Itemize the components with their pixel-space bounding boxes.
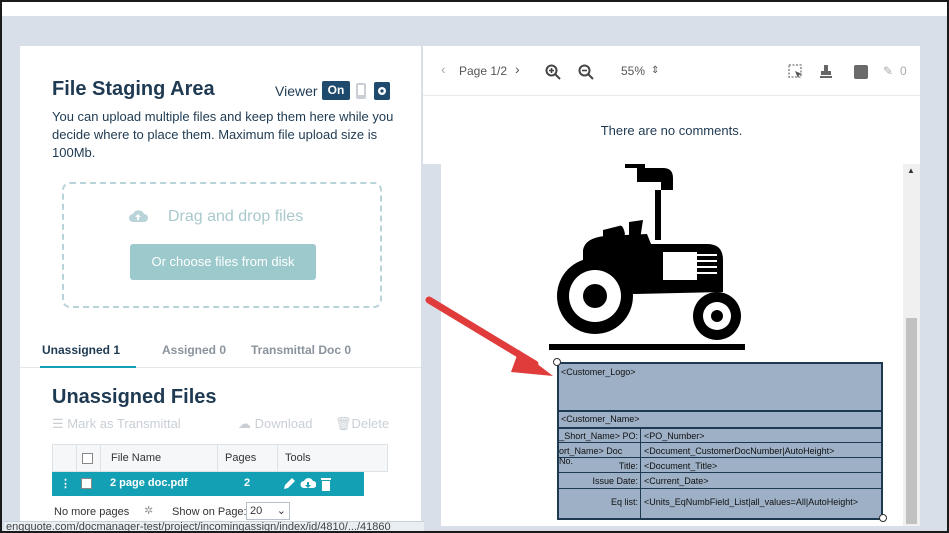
column-divider: [217, 445, 218, 471]
form-row-value: <Document_Title>: [644, 461, 718, 471]
drag-handle-icon[interactable]: ⋮: [60, 477, 71, 490]
scrollbar-thumb[interactable]: [906, 318, 917, 524]
active-tab-indicator: [40, 366, 136, 368]
file-staging-panel: File Staging Area Viewer On You can uplo…: [20, 46, 421, 526]
pages-header[interactable]: Pages: [225, 452, 256, 464]
tractor-logo-image: [549, 164, 745, 350]
viewer-toolbar: ‹ Page 1/2 › 55% ⇕ ✎ 0: [423, 46, 920, 96]
refresh-icon[interactable]: ✲: [144, 504, 153, 517]
form-divider: [559, 457, 881, 458]
file-name-header[interactable]: File Name: [111, 452, 161, 464]
red-arrow-annotation: [425, 296, 553, 376]
select-area-icon[interactable]: [788, 64, 804, 80]
mark-transmittal-action[interactable]: ☰ Mark as Transmittal: [52, 416, 181, 432]
mark-transmittal-label: Mark as Transmittal: [67, 416, 181, 431]
form-divider: [559, 488, 881, 489]
form-row-label: _Short_Name> PO:: [559, 431, 638, 441]
form-row-value: <Units_EqNumbField_List|all_values=All|A…: [644, 497, 859, 507]
download-label: Download: [254, 416, 313, 431]
unassigned-files-title: Unassigned Files: [52, 386, 217, 408]
mobile-icon[interactable]: [355, 82, 367, 100]
row-checkbox[interactable]: [81, 478, 92, 489]
resize-handle-bottom-right[interactable]: [879, 514, 887, 522]
choose-files-button[interactable]: Or choose files from disk: [130, 244, 316, 280]
stamp-icon[interactable]: [817, 64, 835, 80]
chevron-down-icon: ⌄: [276, 505, 286, 517]
cloud-download-icon: ☁: [238, 416, 255, 431]
no-comments-text: There are no comments.: [600, 123, 743, 138]
form-divider: [559, 427, 881, 429]
page-size-value: 20: [250, 505, 263, 517]
staging-description: You can upload multiple files and keep t…: [52, 109, 394, 160]
tab-assigned[interactable]: Assigned 0: [162, 343, 226, 357]
status-bar-url: engquote.com/docmanager-test/project/inc…: [4, 521, 424, 531]
document-viewer: ‹ Page 1/2 › 55% ⇕ ✎ 0 There are no comm…: [423, 46, 920, 526]
column-divider: [76, 445, 77, 471]
page-size-select[interactable]: 20 ⌄: [246, 502, 290, 520]
zoom-level[interactable]: 55%: [621, 64, 645, 78]
color-box-icon[interactable]: [854, 65, 868, 79]
zoom-out-icon[interactable]: [578, 64, 594, 80]
top-strip: [2, 2, 947, 16]
column-divider: [277, 445, 278, 471]
drop-text: Drag and drop files: [168, 208, 304, 225]
delete-action[interactable]: 🗑Delete: [335, 416, 389, 432]
cloud-download-icon[interactable]: [300, 476, 316, 492]
viewer-toggle[interactable]: On: [322, 81, 350, 100]
form-divider: [559, 472, 881, 473]
form-row-value: <Document_CustomerDocNumber|AutoHeight>: [644, 446, 835, 456]
zoom-in-icon[interactable]: [545, 64, 561, 80]
pages-cell: 2: [244, 477, 251, 489]
pencil-icon[interactable]: [282, 476, 296, 492]
tab-unassigned[interactable]: Unassigned 1: [42, 343, 120, 357]
tools-header: Tools: [285, 452, 311, 464]
drop-zone[interactable]: Drag and drop files Or choose files from…: [62, 182, 382, 308]
form-row-value: <Current_Date>: [644, 476, 709, 486]
form-row-label: Title:: [618, 461, 638, 471]
list-icon: ☰: [52, 416, 68, 431]
cloud-upload-icon: [129, 210, 148, 222]
zoom-stepper-icon[interactable]: ⇕: [651, 65, 659, 76]
title-block-form[interactable]: <Customer_Logo> <Customer_Name> _Short_N…: [557, 362, 883, 520]
viewer-label: Viewer: [275, 83, 318, 99]
column-divider: [100, 445, 101, 471]
file-tabs: Unassigned 1 Assigned 0 Transmittal Doc …: [20, 340, 421, 368]
vertical-scrollbar[interactable]: ▲: [903, 164, 920, 526]
next-page-icon[interactable]: ›: [515, 61, 520, 77]
tab-transmittal-doc[interactable]: Transmittal Doc 0: [251, 343, 351, 357]
comments-panel: There are no comments.: [423, 96, 920, 164]
prev-page-icon[interactable]: ‹: [441, 61, 446, 77]
trash-icon: 🗑: [335, 416, 352, 431]
trash-icon[interactable]: [320, 476, 332, 492]
table-footer: No more pages ✲ Show on Page: 20 ⌄: [52, 502, 388, 522]
settings-button[interactable]: [374, 82, 390, 100]
select-all-checkbox[interactable]: [82, 453, 93, 464]
comment-edit-icon[interactable]: ✎: [883, 64, 893, 78]
page-title: File Staging Area: [52, 78, 215, 100]
form-row-label: Issue Date:: [592, 476, 638, 486]
form-row-value: <PO_Number>: [644, 431, 705, 441]
form-divider: [559, 410, 881, 412]
no-more-pages-text: No more pages: [54, 506, 130, 518]
form-row-label: Eq list:: [610, 497, 638, 507]
form-divider: [559, 442, 881, 443]
show-on-page-label: Show on Page:: [172, 506, 247, 518]
table-row[interactable]: ⋮ 2 page doc.pdf 2: [52, 472, 364, 496]
delete-label: Delete: [351, 416, 390, 431]
scroll-up-icon[interactable]: ▲: [907, 166, 915, 175]
file-actions: ☰ Mark as Transmittal ☁ Download 🗑Delete: [52, 416, 397, 434]
download-action[interactable]: ☁ Download: [238, 416, 312, 432]
table-header: File Name Pages Tools: [52, 444, 388, 472]
screenshot-frame: File Staging Area Viewer On You can uplo…: [0, 0, 949, 533]
gear-icon: [378, 87, 386, 95]
page-indicator: Page 1/2: [459, 64, 508, 78]
comment-count: 0: [900, 64, 907, 78]
customer-name-field: <Customer_Name>: [561, 414, 640, 424]
file-name-cell[interactable]: 2 page doc.pdf: [110, 477, 188, 489]
